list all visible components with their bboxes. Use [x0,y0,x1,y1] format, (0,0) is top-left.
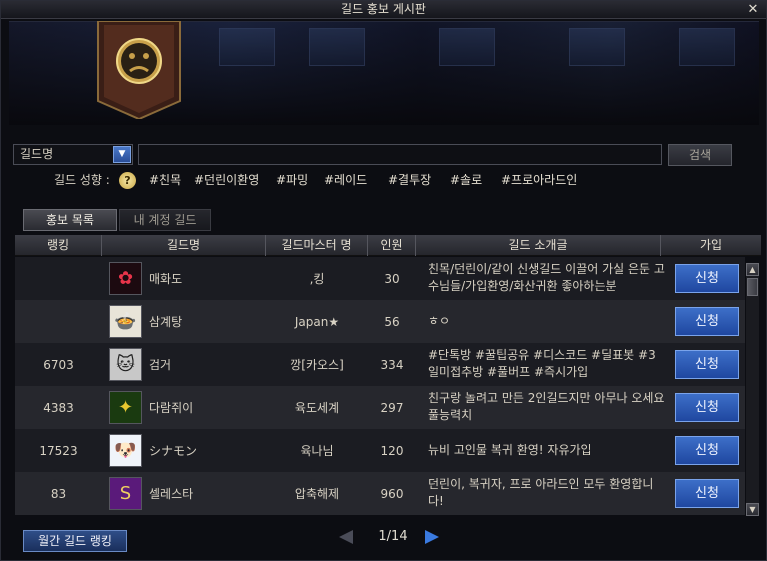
table-row: ✿ 매화도 ,킹 30 친목/던린이/같이 신생길드 이끌어 가실 은둔 고수님들/가입… [15,257,745,300]
scroll-down-icon[interactable]: ▼ [746,503,759,516]
member-count-cell: 297 [380,400,404,415]
join-request-button[interactable]: 신청 [675,264,739,293]
guild-intro-cell: 뉴비 고인물 복귀 환영! 자유가입 [428,443,592,457]
search-button[interactable]: 검색 [668,144,732,166]
tab-promo-list[interactable]: 홍보 목록 [23,209,117,231]
purple-s-emblem-icon: S [109,477,142,510]
guild-intro-cell: 친목/던린이/같이 신생길드 이끌어 가실 은둔 고수님들/가입환영/화산귀환 … [428,262,665,293]
tag-item[interactable]: #던린이환영 [194,171,259,189]
title-bar: 길드 홍보 게시판 ✕ [1,1,766,19]
tag-item[interactable]: #파밍 [276,171,308,189]
next-page-icon[interactable] [425,530,439,544]
guild-name-cell[interactable]: 삼계탕 [149,300,182,343]
table-header: 랭킹 길드명 길드마스터 명 인원 길드 소개글 가입 [15,235,761,256]
banner-background-window [219,28,275,66]
guild-name-cell[interactable]: シナモン [149,429,197,472]
guild-master-cell: 육나님 [300,444,334,458]
tag-item[interactable]: #결투장 [388,171,431,189]
rank-cell: 17523 [39,443,78,458]
table-scrollbar[interactable]: ▲ ▼ [746,263,759,516]
tab-my-account-guild[interactable]: 내 계정 길드 [119,209,211,231]
column-header-guild-name: 길드명 [102,235,266,256]
search-input[interactable] [138,144,662,165]
guild-name-cell[interactable]: 검거 [149,343,171,386]
table-row: 17523 🐶 シナモン 육나님 120 뉴비 고인물 복귀 환영! 자유가입 신청 [15,429,745,472]
member-count-cell: 30 [384,271,400,286]
rank-cell [15,300,102,343]
column-header-members: 인원 [368,235,416,256]
join-request-button[interactable]: 신청 [675,393,739,422]
scroll-up-icon[interactable]: ▲ [746,263,759,276]
close-icon[interactable]: ✕ [746,1,760,18]
tag-item[interactable]: #프로아라드인 [501,171,577,189]
rank-cell: 4383 [43,400,74,415]
guild-master-cell: 깡[카오스] [290,358,344,372]
member-count-cell: 334 [380,357,404,372]
guild-intro-cell: 던린이, 복귀자, 프로 아라드인 모두 환영합니다! [428,477,654,508]
guild-master-cell: 압축해제 [294,487,340,501]
join-request-button[interactable]: 신청 [675,479,739,508]
banner-background-window [569,28,625,66]
guild-name-cell[interactable]: 매화도 [149,257,182,300]
table-body: ✿ 매화도 ,킹 30 친목/던린이/같이 신생길드 이끌어 가실 은둔 고수님들/가입… [15,257,745,517]
table-row: 83 S 셀레스타 압축해제 960 던린이, 복귀자, 프로 아라드인 모두 환영합니다… [15,472,745,515]
chevron-down-icon[interactable]: ▼ [113,146,131,163]
join-request-button[interactable]: 신청 [675,307,739,336]
guild-intro-cell: 친구랑 놀려고 만든 2인길드지만 아무나 오세요 풀능력치 [428,391,665,422]
join-request-button[interactable]: 신청 [675,436,739,465]
guild-name-cell[interactable]: 셀레스타 [149,472,193,515]
help-icon[interactable]: ? [119,172,136,189]
guild-intro-cell: ㅎㅇ [428,314,451,328]
member-count-cell: 120 [380,443,404,458]
search-type-value: 길드명 [20,147,54,161]
table-row: 6703 🐱 검거 깡[카오스] 334 #단톡방 #꿀팁공유 #디스코드 #딜표봇 #3… [15,343,745,386]
tag-item[interactable]: #친목 [149,171,181,189]
column-header-join: 가입 [699,238,723,252]
table-row: 4383 ✦ 다람쥐이 육도세계 297 친구랑 놀려고 만든 2인길드지만 아무나 오세… [15,386,745,429]
green-eagle-emblem-icon: ✦ [109,391,142,424]
red-swirl-emblem-icon: ✿ [109,262,142,295]
monthly-guild-ranking-button[interactable]: 월간 길드 랭킹 [23,530,127,552]
tag-item[interactable]: #레이드 [324,171,367,189]
rank-cell [15,257,102,300]
tendency-label: 길드 성향 : [54,173,110,187]
prev-page-icon[interactable] [339,530,353,544]
scroll-thumb[interactable] [747,278,758,296]
column-header-master: 길드마스터 명 [266,235,368,256]
join-request-button[interactable]: 신청 [675,350,739,379]
banner-background-window [679,28,735,66]
search-type-dropdown[interactable]: 길드명 ▼ [13,144,133,165]
guild-master-cell: 육도세계 [294,401,340,415]
rank-cell: 6703 [43,357,74,372]
rank-cell: 83 [50,486,67,501]
table-row: 🍲 삼계탕 Japan★ 56 ㅎㅇ 신청 [15,300,745,343]
guild-master-cell: Japan★ [294,314,340,329]
window-title: 길드 홍보 게시판 [341,2,426,16]
column-header-intro: 길드 소개글 [416,235,661,256]
column-header-rank: 랭킹 [15,235,102,256]
guild-master-cell: ,킹 [309,272,325,286]
banner-background-window [309,28,365,66]
cat-face-icon: 🐱 [109,348,142,381]
member-count-cell: 56 [384,314,400,329]
white-puppy-icon: 🐶 [109,434,142,467]
guild-name-cell[interactable]: 다람쥐이 [149,386,193,429]
guild-intro-cell: #단톡방 #꿀팁공유 #디스코드 #딜표봇 #3일미접추방 #풀버프 #즉시가입 [428,348,656,379]
page-indicator: 1/14 [378,529,408,544]
member-count-cell: 960 [380,486,404,501]
tag-item[interactable]: #솔로 [450,171,482,189]
banner-background-window [439,28,495,66]
guild-emblem-flag-icon [97,21,181,119]
guild-board-window: 길드 홍보 게시판 ✕ 길드명 ▼ 검색 길드 성향 : ? #친목 #던린이환… [0,0,767,561]
chicken-soup-bowl-icon: 🍲 [109,305,142,338]
